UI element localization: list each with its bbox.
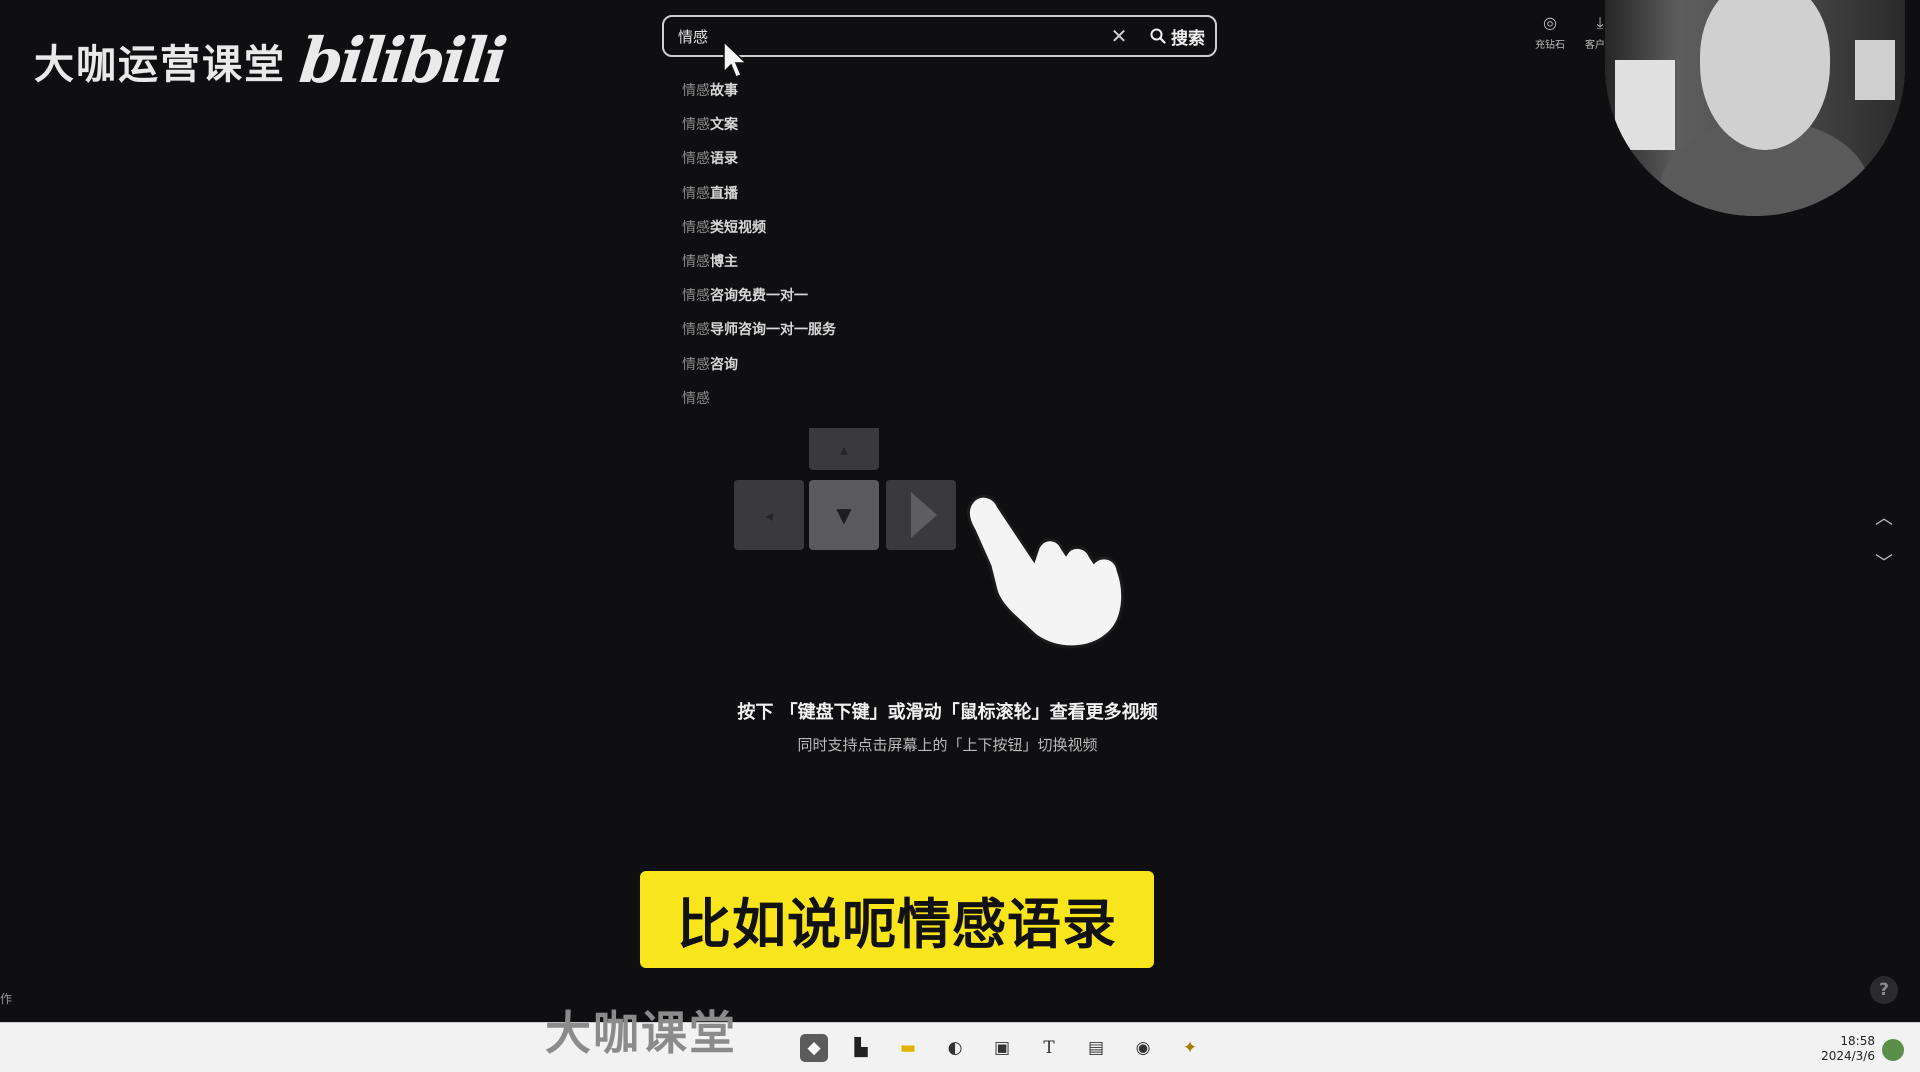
keyboard-hint: 按下 「键盘下键」或滑动「鼠标滚轮」查看更多视频 <box>737 702 1158 723</box>
suggestion-item[interactable]: 情感咨询免费一对一 <box>682 283 1042 317</box>
suggestion-item[interactable]: 情感故事 <box>682 78 1042 112</box>
channel-watermark: 大咖运营课堂 bilibili <box>34 24 508 97</box>
suggestion-item[interactable]: 情感类短视频 <box>682 215 1042 249</box>
up-arrow-icon: ▴ <box>839 439 849 459</box>
taskbar-watermark: 大咖课堂 <box>545 1006 737 1060</box>
video-player-page: 大咖运营课堂 bilibili ✕ 搜索 情感故事 情感文案 情感语录 情感直播… <box>0 0 1920 1072</box>
diamond-button[interactable]: ◎ 充钻石 <box>1535 13 1565 52</box>
chevron-down-icon: ﹀ <box>1875 553 1893 574</box>
webcam-overlay <box>1605 0 1905 216</box>
record-icon[interactable]: ◉ <box>1129 1034 1157 1062</box>
down-arrow-icon: ▼ <box>836 503 852 527</box>
play-arrow-icon <box>911 492 937 538</box>
bilibili-logo: bilibili <box>296 24 508 97</box>
header-actions: ◎ 充钻石 ⤓ 客户端 <box>1535 13 1615 52</box>
key-right-illustration <box>886 480 956 550</box>
search-button[interactable]: 搜索 <box>1150 24 1205 49</box>
briefcase-icon[interactable]: ▣ <box>988 1034 1016 1062</box>
pointing-hand-icon <box>966 494 1125 649</box>
key-down-illustration: ▼ <box>809 480 879 550</box>
help-button[interactable]: ? <box>1870 976 1898 1004</box>
mouse-pointer-icon <box>723 40 748 78</box>
folder-dark-icon[interactable]: ▙ <box>847 1034 875 1062</box>
diamond-icon: ◎ <box>1543 13 1557 32</box>
search-icon <box>1150 28 1166 44</box>
chevron-up-icon: ︿ <box>1875 508 1893 529</box>
key-left-illustration: ◂ <box>734 480 804 550</box>
previous-video-button[interactable]: ︿ <box>1872 505 1896 529</box>
text-icon[interactable]: T <box>1035 1034 1063 1062</box>
suggestion-item[interactable]: 情感导师咨询一对一服务 <box>682 317 1042 351</box>
search-button-label: 搜索 <box>1171 28 1205 49</box>
tools-icon[interactable]: ✦ <box>1176 1034 1204 1062</box>
suggestion-item[interactable]: 情感直播 <box>682 181 1042 215</box>
file-explorer-icon[interactable]: ▬ <box>894 1034 922 1062</box>
keyboard-hint-sub: 同时支持点击屏幕上的「上下按钮」切换视频 <box>797 736 1098 754</box>
app-logo-icon: ◆ <box>807 1038 821 1058</box>
next-video-button[interactable]: ﹀ <box>1872 550 1896 574</box>
edge-text: 作 <box>0 992 13 1006</box>
suggestion-item[interactable]: 情感咨询 <box>682 352 1042 386</box>
taskbar-apps: ◆ ▙ ▬ ◐ ▣ T ▤ ◉ ✦ <box>800 1034 1204 1062</box>
tray-icon[interactable] <box>1882 1039 1904 1061</box>
suggestion-item[interactable]: 情感语录 <box>682 146 1042 180</box>
browser-icon[interactable]: ◐ <box>941 1034 969 1062</box>
subtitle-text: 比如说呃情感语录 <box>677 893 1117 956</box>
question-icon: ? <box>1879 980 1889 1000</box>
key-up-illustration: ▴ <box>809 428 879 470</box>
app-icon[interactable]: ◆ <box>800 1034 828 1062</box>
watermark-text: 大咖运营课堂 <box>34 42 286 88</box>
suggestion-item[interactable]: 情感 <box>682 386 1042 420</box>
subtitle-caption: 比如说呃情感语录 <box>640 871 1154 968</box>
download-icon: ⤓ <box>1596 13 1604 32</box>
suggestion-item[interactable]: 情感博主 <box>682 249 1042 283</box>
left-arrow-icon: ◂ <box>764 505 774 525</box>
document-icon[interactable]: ▤ <box>1082 1034 1110 1062</box>
close-icon[interactable]: ✕ <box>1106 23 1132 49</box>
system-clock[interactable]: 18:58 2024/3/6 <box>1795 1034 1875 1064</box>
search-suggestions: 情感故事 情感文案 情感语录 情感直播 情感类短视频 情感博主 情感咨询免费一对… <box>682 78 1042 420</box>
suggestion-item[interactable]: 情感文案 <box>682 112 1042 146</box>
